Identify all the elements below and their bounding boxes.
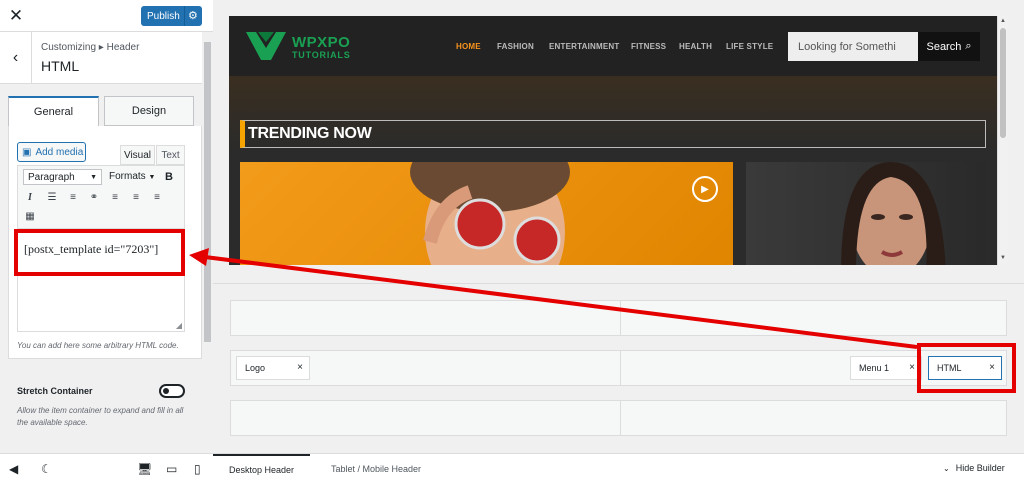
editor-toolbar: Paragraph ▼ Formats ▼ B I ☰ ≡ ⚭ ≡ ≡ ≡ ▦ xyxy=(18,166,184,229)
nav-life-style[interactable]: LIFE STYLE xyxy=(726,42,773,51)
trending-heading: TRENDING NOW xyxy=(240,120,986,148)
builder-row-bottom[interactable] xyxy=(230,400,1007,436)
preview-scroll-thumb[interactable] xyxy=(1000,28,1006,138)
sidebar-scrollbar[interactable] xyxy=(202,32,213,453)
site-header: WPXPO TUTORIALS HOME FASHION ENTERTAINME… xyxy=(229,16,997,76)
chevron-down-icon: ▼ xyxy=(90,173,97,181)
hide-builder-label: Hide Builder xyxy=(955,463,1005,473)
scroll-up-icon[interactable]: ▲ xyxy=(1000,18,1006,24)
chevron-down-icon: ⌄ xyxy=(943,463,950,473)
paragraph-value: Paragraph xyxy=(28,171,75,183)
secondary-post-image[interactable] xyxy=(746,162,986,265)
customizer-footer: ◀ ☾ 🖥 ▭ ▯ xyxy=(0,453,213,483)
scrollbar-thumb[interactable] xyxy=(204,42,211,342)
hide-builder-button[interactable]: ⌄ Hide Builder xyxy=(943,453,1005,483)
section-title: HTML xyxy=(41,58,80,74)
nav-health[interactable]: HEALTH xyxy=(679,42,712,51)
search-button[interactable]: Search ⌕ xyxy=(918,32,980,61)
mobile-icon[interactable]: ▯ xyxy=(194,462,201,476)
stretch-container-toggle[interactable] xyxy=(159,384,185,398)
nav-fashion[interactable]: FASHION xyxy=(497,42,534,51)
play-icon[interactable]: ▶ xyxy=(692,176,718,202)
woman-sunglasses-image xyxy=(410,162,570,265)
highlight-box-editor xyxy=(14,229,185,276)
close-icon[interactable]: × xyxy=(909,362,915,373)
publish-label: Publish xyxy=(147,10,180,22)
close-icon[interactable]: × xyxy=(297,362,303,373)
breadcrumb: Customizing ▸ Header xyxy=(41,42,140,53)
search-icon: ⌕ xyxy=(965,40,972,52)
bold-button[interactable]: B xyxy=(165,171,173,183)
bullet-list-icon[interactable]: ☰ xyxy=(45,192,59,203)
featured-post-image[interactable]: ▶ xyxy=(240,162,733,265)
tab-desktop-header[interactable]: Desktop Header xyxy=(213,454,310,483)
tab-general[interactable]: General xyxy=(8,96,99,126)
chevron-down-icon: ▼ xyxy=(148,174,156,181)
collapse-icon[interactable]: ◀ xyxy=(9,462,18,476)
row-divider xyxy=(620,351,621,385)
dark-mode-icon[interactable]: ☾ xyxy=(41,462,52,476)
formats-label: Formats xyxy=(109,171,146,182)
builder-row-top[interactable] xyxy=(230,300,1007,336)
align-right-icon[interactable]: ≡ xyxy=(150,192,164,203)
formats-dropdown[interactable]: Formats ▼ xyxy=(109,171,155,182)
row-divider xyxy=(620,401,621,435)
close-icon[interactable]: ✕ xyxy=(0,0,32,32)
nav-fitness[interactable]: FITNESS xyxy=(631,42,666,51)
resize-handle-icon[interactable]: ◢ xyxy=(176,321,182,330)
keyboard-icon[interactable]: ▦ xyxy=(23,211,37,222)
publish-button[interactable]: Publish ⚙ xyxy=(141,6,202,26)
menu-chip-label: Menu 1 xyxy=(859,363,890,373)
back-arrow-icon[interactable]: ‹ xyxy=(0,32,32,84)
header-builder: Logo × Menu 1 × HTML × xyxy=(213,283,1024,453)
nav-home[interactable]: HOME xyxy=(456,42,481,51)
logo-chip-label: Logo xyxy=(245,363,266,373)
builder-tabs: Desktop Header Tablet / Mobile Header xyxy=(213,453,1024,483)
logo-text: WPXPO xyxy=(292,34,351,51)
preview-scrollbar[interactable]: ▲ ▼ xyxy=(997,16,1008,265)
align-left-icon[interactable]: ≡ xyxy=(108,192,122,203)
align-center-icon[interactable]: ≡ xyxy=(129,192,143,203)
highlight-box-html-chip xyxy=(917,343,1016,393)
site-preview: WPXPO TUTORIALS HOME FASHION ENTERTAINME… xyxy=(229,16,1007,265)
wpxpo-logo-icon xyxy=(246,32,286,60)
stretch-container-description: Allow the item container to expand and f… xyxy=(17,406,184,427)
scroll-down-icon[interactable]: ▼ xyxy=(1000,255,1006,261)
gear-icon[interactable]: ⚙ xyxy=(188,9,198,22)
toggle-knob xyxy=(163,388,169,394)
publish-divider xyxy=(184,6,185,26)
logo-subtext: TUTORIALS xyxy=(292,50,351,60)
menu-chip[interactable]: Menu 1 × xyxy=(850,356,922,380)
section-header: ‹ Customizing ▸ Header HTML xyxy=(0,32,202,84)
media-icon: ▣ xyxy=(22,146,32,158)
woman-portrait-image xyxy=(841,162,946,265)
customizer-topbar: ✕ Publish ⚙ xyxy=(0,0,213,32)
italic-icon[interactable]: I xyxy=(23,192,37,203)
settings-tabs: General Design xyxy=(8,96,194,126)
nav-entertainment[interactable]: ENTERTAINMENT xyxy=(549,42,619,51)
tab-design[interactable]: Design xyxy=(104,96,194,126)
add-media-label: Add media xyxy=(35,146,84,158)
html-description: You can add here some arbitrary HTML cod… xyxy=(17,341,179,350)
numbered-list-icon[interactable]: ≡ xyxy=(66,192,80,203)
search-button-label: Search xyxy=(926,40,962,53)
tab-text[interactable]: Text xyxy=(156,145,185,165)
search-input[interactable]: Looking for Somethi xyxy=(788,32,918,61)
paragraph-select[interactable]: Paragraph ▼ xyxy=(23,169,102,185)
stretch-container-label: Stretch Container xyxy=(17,386,93,396)
tablet-icon[interactable]: ▭ xyxy=(166,462,177,476)
row-divider xyxy=(620,301,621,335)
link-icon[interactable]: ⚭ xyxy=(87,192,101,203)
tab-tablet-mobile-header[interactable]: Tablet / Mobile Header xyxy=(316,454,436,483)
logo-chip[interactable]: Logo × xyxy=(236,356,310,380)
add-media-button[interactable]: ▣ Add media xyxy=(17,142,86,162)
tab-visual[interactable]: Visual xyxy=(120,145,155,165)
desktop-icon[interactable]: 🖥 xyxy=(137,462,152,476)
